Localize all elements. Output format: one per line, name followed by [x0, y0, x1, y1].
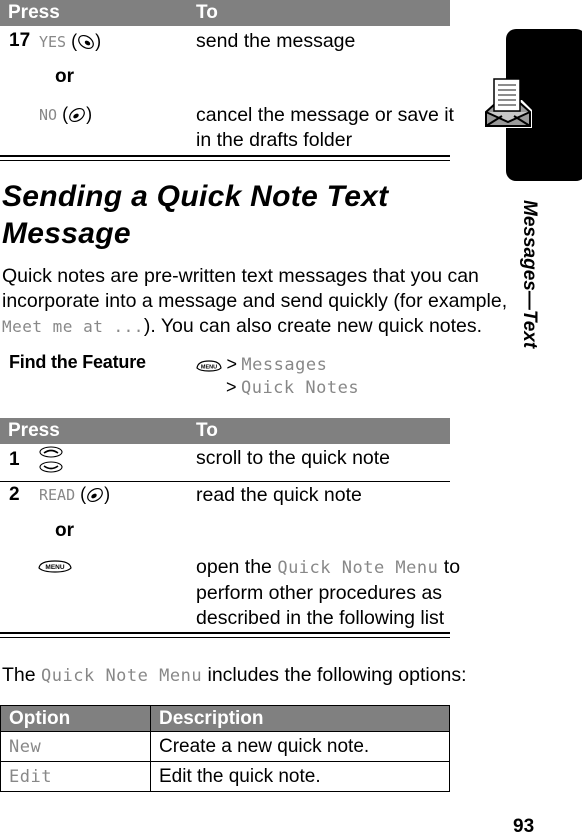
table2-bottom-rule	[0, 632, 450, 634]
or-connector: or	[55, 520, 74, 541]
section-title-line1: Sending a Quick Note Text	[2, 180, 389, 213]
path-item-quick-notes: Quick Notes	[240, 378, 360, 398]
menu-intro: The Quick Note Menu includes the followi…	[2, 663, 467, 689]
paren-close: )	[86, 104, 93, 124]
description-cell: Create a new quick note.	[150, 731, 450, 762]
intro-paragraph: Quick notes are pre-written text message…	[2, 264, 507, 339]
path-separator: >	[226, 377, 237, 397]
no-action: cancel the message or save it in the dra…	[196, 103, 454, 153]
menu-key-icon: MENU	[196, 360, 222, 372]
yes-key-label: YES	[39, 33, 67, 51]
column-header-option: Option	[0, 705, 151, 732]
options-table: Option Description New Create a new quic…	[0, 705, 450, 792]
alt-action-prefix: open the	[196, 556, 278, 578]
find-feature-path: MENU > Messages > Quick Notes	[196, 354, 359, 400]
intro-example: Meet me at ...	[2, 317, 144, 336]
option-new: New	[9, 736, 42, 757]
no-action-line2: in the drafts folder	[196, 129, 353, 151]
table2-bottom-rule-2	[0, 637, 450, 638]
column-header-description: Description	[150, 705, 450, 732]
table1-bottom-rule	[0, 155, 450, 157]
step-2-alt-action: open the Quick Note Menu to perform othe…	[196, 555, 460, 631]
option-edit: Edit	[9, 766, 52, 787]
step-2-action: read the quick note	[196, 484, 362, 506]
table2-header-to: To	[196, 420, 218, 441]
find-feature-label: Find the Feature	[9, 352, 146, 372]
alt-action-suffix: to	[438, 556, 461, 578]
read-key-label: READ	[39, 486, 76, 504]
scroll-up-down-icon	[39, 446, 63, 473]
step-divider	[0, 481, 450, 482]
table2-header-press: Press	[8, 420, 60, 441]
menu-key-icon: MENU	[38, 560, 72, 573]
intro-line3-rest: ). You can also create new quick notes.	[143, 315, 483, 337]
table1-header-to: To	[196, 2, 218, 23]
read-key-ref: READ ()	[39, 484, 110, 505]
table1-header-press: Press	[8, 2, 60, 23]
menu-intro-prefix: The	[2, 664, 42, 686]
no-key-ref: NO ()	[39, 104, 92, 125]
intro-line1: Quick notes are pre-written text message…	[2, 265, 479, 287]
step-2-number: 2	[9, 484, 20, 505]
no-action-line1: cancel the message or save it	[196, 104, 454, 126]
menu-intro-suffix: includes the following options:	[202, 664, 467, 686]
paren-close: )	[95, 31, 102, 51]
table-row: Edit Edit the quick note.	[0, 761, 450, 792]
menu-key-text: MENU	[45, 564, 64, 571]
intro-line3: Meet me at ...). You can also create new…	[2, 314, 507, 339]
table1-header: Press To	[0, 0, 450, 26]
page-number: 93	[513, 816, 535, 837]
section-title-line2: Message	[2, 217, 131, 250]
alt-action-line1: open the Quick Note Menu to	[196, 555, 460, 581]
left-soft-key-icon	[69, 108, 85, 123]
description-cell: Edit the quick note.	[150, 761, 450, 792]
section-side-label: Messages—Text	[514, 200, 544, 350]
table1-bottom-rule-2	[0, 160, 450, 161]
path-separator: >	[226, 354, 237, 374]
menu-intro-name: Quick Note Menu	[41, 666, 203, 686]
option-cell: Edit	[0, 761, 151, 792]
step-number: 17	[9, 30, 31, 51]
section-title: Sending a Quick Note Text Message	[2, 178, 388, 252]
paren-close: )	[104, 484, 111, 504]
path-item-messages: Messages	[241, 355, 328, 375]
right-soft-key-icon	[78, 35, 94, 50]
or-connector: or	[55, 66, 74, 87]
envelope-with-letter-icon	[484, 78, 532, 128]
intro-line2: incorporate into a message and send quic…	[2, 290, 508, 312]
alt-action-line3: described in the following list	[196, 607, 445, 629]
menu-key-text: MENU	[201, 364, 217, 370]
left-soft-key-icon	[87, 488, 104, 503]
yes-key-ref: YES ()	[39, 31, 101, 52]
options-table-header: Option Description	[0, 705, 450, 732]
step-1-action: scroll to the quick note	[196, 447, 391, 469]
no-key-label: NO	[39, 106, 58, 124]
step-1-number: 1	[9, 449, 20, 470]
table-row: New Create a new quick note.	[0, 731, 450, 762]
alt-action-line2: perform other procedures as	[196, 582, 443, 604]
table2-header: Press To	[0, 418, 450, 444]
section-side-label-text: Messages—Text	[519, 200, 540, 349]
quick-note-menu-ref: Quick Note Menu	[277, 558, 439, 578]
option-cell: New	[0, 731, 151, 762]
yes-action: send the message	[196, 30, 356, 52]
